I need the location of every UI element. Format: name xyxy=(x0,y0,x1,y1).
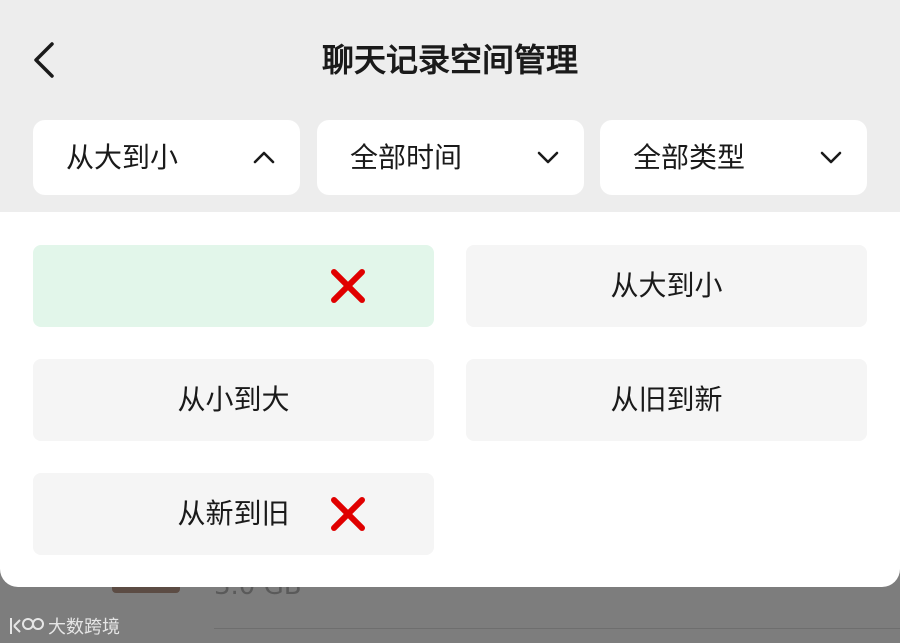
page-title: 聊天记录空间管理 xyxy=(321,41,578,79)
file-thumbnail xyxy=(112,587,180,593)
header: 聊天记录空间管理 从大到小 全部时间 全部类型 xyxy=(0,0,900,212)
chevron-up-icon xyxy=(253,151,275,164)
sort-option-label: 从大到小 xyxy=(610,269,723,302)
watermark: 大数跨境 xyxy=(8,612,120,640)
sort-filter-label: 从大到小 xyxy=(66,141,179,174)
time-filter-dropdown[interactable]: 全部时间 xyxy=(317,120,584,195)
sort-option-label: 从小到大 xyxy=(177,383,290,416)
sort-option-small-to-large[interactable]: 从小到大 xyxy=(33,359,434,441)
type-filter-label: 全部类型 xyxy=(633,141,746,174)
sort-option-old-to-new[interactable]: 从旧到新 xyxy=(466,359,867,441)
back-button[interactable] xyxy=(26,38,66,82)
watermark-logo-icon xyxy=(10,618,44,634)
time-filter-label: 全部时间 xyxy=(350,141,463,174)
sort-option-selected[interactable] xyxy=(33,245,434,327)
red-x-mark-icon xyxy=(331,269,365,303)
sort-option-large-to-small[interactable]: 从大到小 xyxy=(466,245,867,327)
sort-options-panel: 从大到小 从小到大 从旧到新 从新到旧 xyxy=(0,212,900,587)
watermark-text: 大数跨境 xyxy=(48,617,120,638)
list-divider xyxy=(214,628,900,629)
chevron-down-icon xyxy=(537,151,559,164)
sort-option-label: 从旧到新 xyxy=(610,383,723,416)
sort-option-label: 从新到旧 xyxy=(177,497,290,530)
chevron-down-icon xyxy=(820,151,842,164)
chevron-left-icon xyxy=(34,42,54,78)
red-x-mark-icon xyxy=(331,497,365,531)
type-filter-dropdown[interactable]: 全部类型 xyxy=(600,120,867,195)
sort-filter-dropdown[interactable]: 从大到小 xyxy=(33,120,300,195)
sort-option-new-to-old[interactable]: 从新到旧 xyxy=(33,473,434,555)
list-background xyxy=(0,587,900,643)
